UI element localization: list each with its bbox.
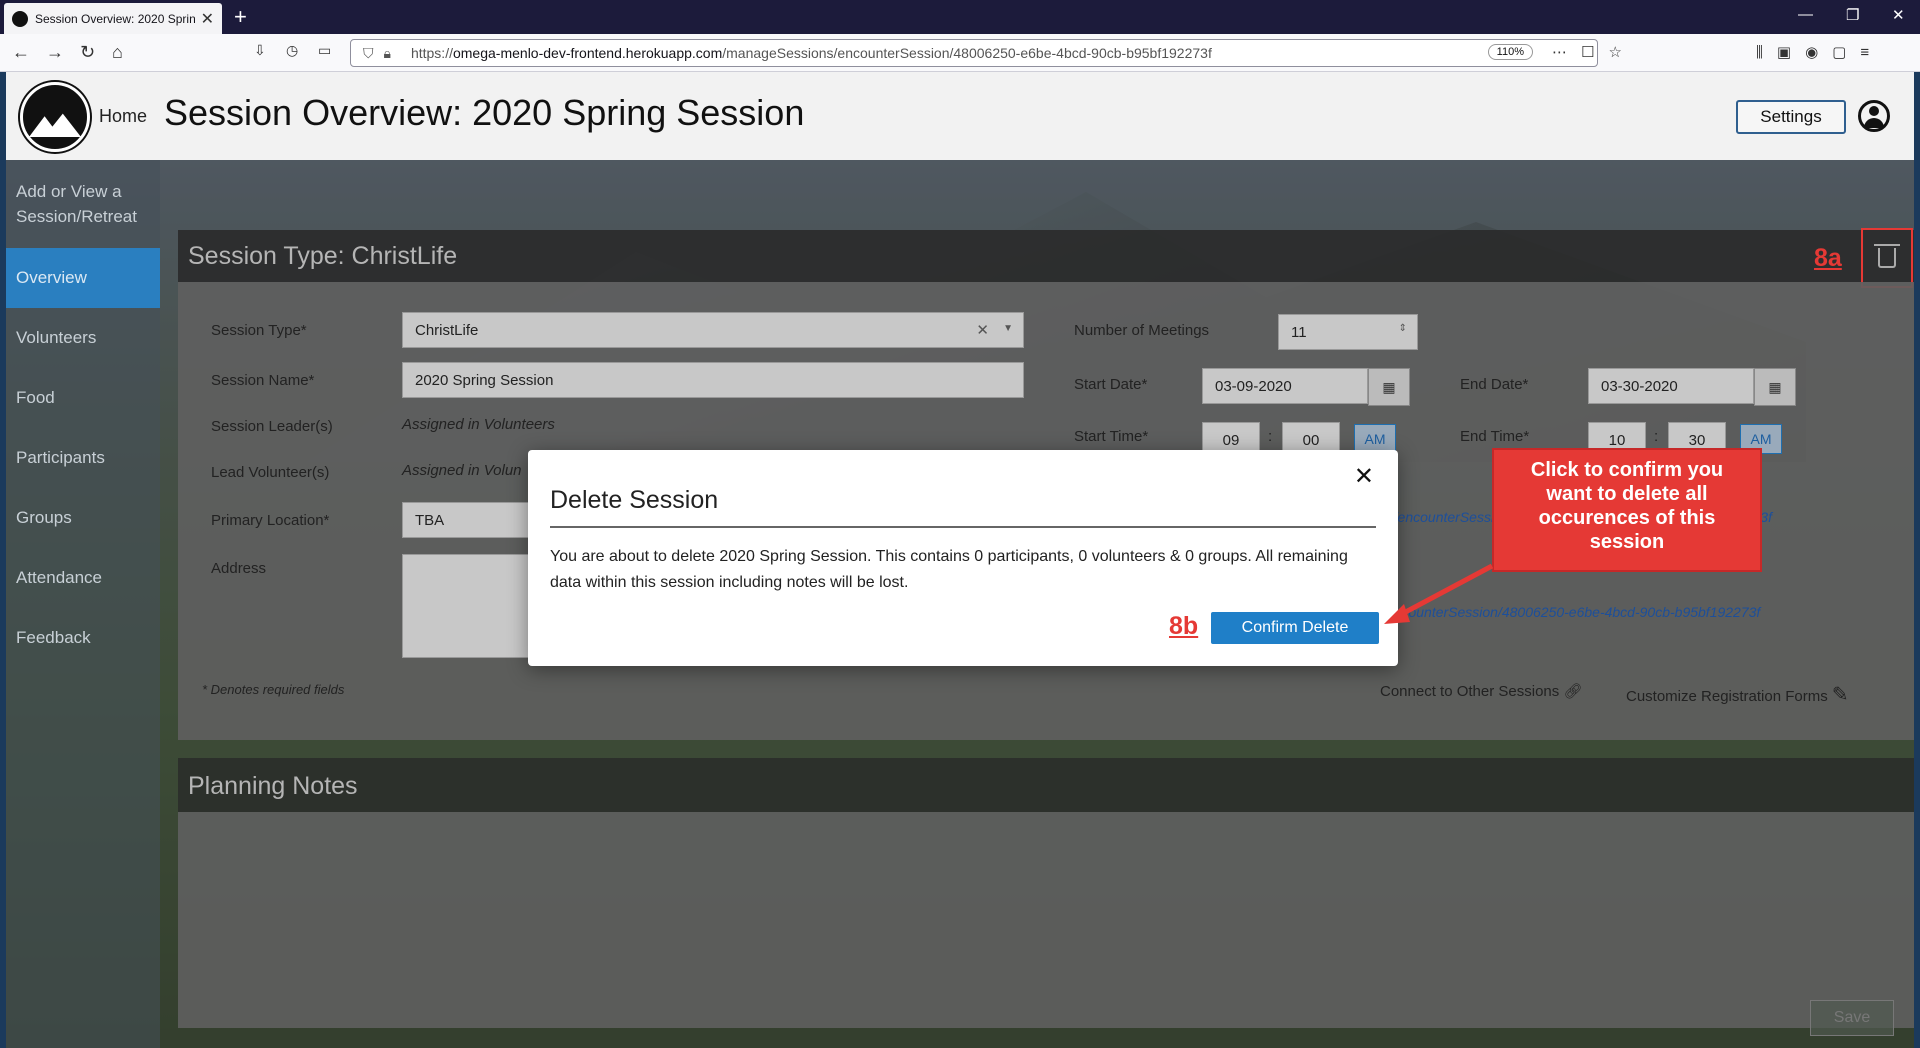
end-date-label: End Date* [1460, 376, 1529, 393]
reload-icon[interactable]: ↻ [80, 42, 95, 63]
sidebar-item-add-session[interactable]: Add or View a Session/Retreat [6, 160, 160, 248]
zoom-badge[interactable]: 110% [1487, 44, 1533, 60]
url-bar[interactable]: ⛉ 🔒︎ https:// omega-menlo-dev-frontend.h… [350, 39, 1598, 67]
session-type-value: ChristLife [415, 322, 479, 339]
minimize-icon[interactable]: — [1798, 6, 1813, 23]
page-title: Session Overview: 2020 Spring Session [164, 92, 805, 133]
session-type-select[interactable]: ChristLife ✕ ▼ [402, 312, 1024, 348]
session-name-label: Session Name* [211, 372, 315, 389]
calendar-icon[interactable]: ▦ [1754, 368, 1796, 406]
clear-icon[interactable]: ✕ [976, 321, 989, 339]
close-window-icon[interactable]: ✕ [1892, 6, 1905, 24]
connect-sessions-link[interactable]: Connect to Other Sessions 🔗︎ [1380, 682, 1582, 700]
pencil-icon: ✎ [1831, 684, 1849, 706]
tab-title: Session Overview: 2020 Spring Session [35, 11, 195, 26]
annotation-callout: Click to confirm you want to delete all … [1492, 448, 1762, 572]
modal-divider [550, 526, 1376, 528]
session-leader-value: Assigned in Volunteers [402, 416, 555, 433]
connect-label: Connect to Other Sessions [1380, 683, 1560, 700]
close-icon[interactable]: ✕ [1354, 462, 1374, 491]
downloads-icon[interactable]: ⇩ [254, 42, 266, 59]
home-link[interactable]: Home [99, 106, 147, 127]
start-date-label: Start Date* [1074, 376, 1148, 393]
forward-icon[interactable]: → [46, 42, 64, 63]
browser-tab[interactable]: Session Overview: 2020 Spring Session ✕ [4, 3, 222, 34]
folder-icon[interactable]: ▭ [318, 42, 331, 59]
sidebar-item-feedback[interactable]: Feedback [6, 608, 160, 668]
session-leader-label: Session Leader(s) [211, 418, 333, 435]
session-link[interactable]: /encounterSession/48006250-e6be-4bcd-90c… [1382, 604, 1760, 620]
panel-header: Session Type: ChristLife 8a [178, 228, 1914, 288]
address-textarea[interactable] [402, 554, 542, 658]
trash-icon [1874, 244, 1900, 268]
notes-header: Planning Notes [178, 758, 1914, 812]
url-path: /manageSessions/encounterSession/4800625… [722, 45, 1212, 61]
new-tab-icon[interactable]: + [234, 4, 247, 30]
browser-navbar: ← → ↻ ⌂ ⇩ ◷ ▭ ⛉ 🔒︎ https:// omega-menlo-… [0, 34, 1920, 72]
primary-location-input[interactable]: TBA [402, 502, 542, 538]
delete-session-modal: ✕ Delete Session You are about to delete… [528, 450, 1398, 666]
user-icon[interactable] [1858, 100, 1890, 132]
start-time-label: Start Time* [1074, 428, 1149, 445]
session-name-input[interactable]: 2020 Spring Session [402, 362, 1024, 398]
sidebar: Add or View a Session/Retreat Overview V… [6, 160, 160, 1048]
end-date-input[interactable]: 03-30-2020 [1588, 368, 1754, 404]
sidebar-item-overview[interactable]: Overview [6, 248, 160, 308]
notes-textarea[interactable] [178, 812, 1914, 1028]
delete-session-button[interactable] [1861, 228, 1913, 288]
customize-label: Customize Registration Forms [1626, 688, 1828, 705]
annotation-8a: 8a [1814, 244, 1842, 272]
app-header: Home Session Overview: 2020 Spring Sessi… [6, 72, 1914, 160]
panel-title: Session Type: ChristLife [188, 242, 458, 270]
address-label: Address [211, 560, 267, 577]
annotation-8b: 8b [1169, 612, 1199, 640]
sidebar-item-groups[interactable]: Groups [6, 488, 160, 548]
page-actions-icon[interactable]: ⋯☐☆ [1552, 43, 1636, 61]
customize-forms-link[interactable]: Customize Registration Forms ✎ [1626, 682, 1849, 707]
session-type-label: Session Type* [211, 322, 307, 339]
close-tab-icon[interactable]: ✕ [201, 9, 214, 29]
sidebar-item-attendance[interactable]: Attendance [6, 548, 160, 608]
start-date-input[interactable]: 03-09-2020 [1202, 368, 1368, 404]
chevron-down-icon[interactable]: ▼ [1003, 323, 1013, 334]
lock-icon: 🔒︎ [383, 44, 391, 61]
notes-title: Planning Notes [188, 772, 358, 800]
sidebar-item-participants[interactable]: Participants [6, 428, 160, 488]
history-icon[interactable]: ◷ [286, 42, 298, 59]
calendar-icon[interactable]: ▦ [1368, 368, 1410, 406]
confirm-delete-button[interactable]: Confirm Delete [1211, 612, 1379, 644]
logo-icon[interactable] [20, 82, 90, 152]
primary-location-label: Primary Location* [211, 512, 330, 529]
favicon-icon [12, 10, 28, 27]
meetings-label: Number of Meetings [1074, 322, 1210, 339]
settings-button[interactable]: Settings [1736, 100, 1846, 134]
shield-icon: ⛉ [363, 44, 374, 61]
time-colon: : [1268, 428, 1273, 445]
sidebar-item-food[interactable]: Food [6, 368, 160, 428]
toolbar-icons[interactable]: ⫼▣◉▢≡ [1756, 43, 1883, 61]
end-time-label: End Time* [1460, 428, 1530, 445]
lead-volunteer-value: Assigned in Volun [402, 462, 522, 479]
lead-volunteer-label: Lead Volunteer(s) [211, 464, 330, 481]
sidebar-item-volunteers[interactable]: Volunteers [6, 308, 160, 368]
save-button[interactable]: Save [1810, 1000, 1894, 1036]
stepper-icon[interactable]: ⇕ [1399, 323, 1407, 334]
required-note: * Denotes required fields [202, 682, 345, 697]
modal-title: Delete Session [550, 486, 719, 514]
browser-tabbar: Session Overview: 2020 Spring Session ✕ … [0, 0, 1920, 34]
time-colon: : [1654, 428, 1659, 445]
meetings-value: 11 [1291, 324, 1307, 341]
meetings-input[interactable]: 11 ⇕ [1278, 314, 1418, 350]
home-icon[interactable]: ⌂ [112, 42, 123, 63]
link-icon: 🔗︎ [1563, 683, 1583, 700]
url-host: omega-menlo-dev-frontend.herokuapp.com [452, 45, 723, 61]
back-icon[interactable]: ← [12, 42, 30, 63]
modal-message: You are about to delete 2020 Spring Sess… [550, 548, 1348, 591]
restore-icon[interactable]: ❐ [1846, 6, 1859, 24]
url-prefix: https:// [410, 45, 453, 61]
